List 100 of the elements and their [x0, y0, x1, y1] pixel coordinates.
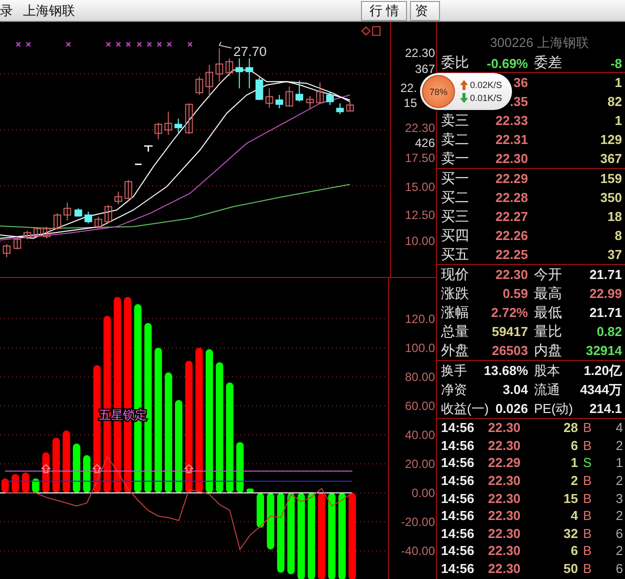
- title-fragment: 录: [0, 2, 13, 20]
- field-value: 1.20亿: [584, 362, 622, 380]
- histogram-bar: [22, 472, 30, 493]
- axis-label: 120.0: [404, 310, 435, 327]
- field-label: 收益(一): [441, 400, 489, 418]
- field-label: PE(动): [534, 400, 573, 418]
- tick-time: 14:56: [441, 543, 476, 558]
- axis-label: -20.00: [400, 514, 435, 530]
- tick-price: 22.30: [487, 526, 522, 541]
- tick-side: B: [582, 561, 593, 576]
- order-price: 22.27: [495, 209, 528, 224]
- tick-volume: 32: [562, 526, 578, 541]
- tick-price: 22.30: [487, 508, 522, 524]
- tab-button[interactable]: 资: [410, 0, 440, 20]
- candlestick: [74, 208, 82, 218]
- candlestick: [306, 96, 314, 109]
- tick-time: 14:56: [441, 473, 476, 488]
- t-shape-icon: [143, 145, 154, 152]
- field-label: 今开: [534, 266, 562, 284]
- axis-label: 20.00: [404, 456, 435, 472]
- up-arrow-icon: [40, 464, 52, 474]
- histogram-bar: [72, 444, 80, 493]
- field-label: 总量: [441, 322, 469, 340]
- field-label: 现价: [441, 266, 469, 284]
- tick-price: 22.30: [487, 420, 522, 436]
- field-value: 22.99: [589, 286, 622, 301]
- tick-side: B: [582, 508, 593, 524]
- histogram-bar: [256, 492, 264, 528]
- tick-volume: 1: [570, 455, 578, 470]
- field-label: 净资: [441, 380, 467, 398]
- axis-label: 15: [404, 95, 417, 111]
- axis-label: 426: [414, 135, 435, 151]
- tick-volume: 6: [570, 438, 578, 453]
- axis-label: 22.: [400, 80, 417, 96]
- tick-volume: 6: [570, 543, 578, 558]
- order-volume: 159: [599, 171, 622, 186]
- candlestick: [266, 88, 274, 108]
- tick-price: 22.30: [487, 438, 522, 453]
- histogram-bar: [62, 430, 70, 493]
- candlestick: [346, 101, 354, 112]
- dash-icon: [135, 164, 142, 165]
- usage-gauge: 78%: [422, 75, 455, 108]
- axis-label: 80.00: [404, 368, 435, 385]
- order-price: 22.25: [495, 247, 528, 262]
- field-label: 涨幅: [441, 304, 469, 322]
- order-volume: 350: [599, 190, 622, 205]
- field-label: 流通: [534, 380, 560, 398]
- candlestick: [316, 82, 324, 104]
- candlestick: [104, 204, 112, 224]
- order-volume: 367: [599, 151, 622, 166]
- axis-label: 0.00: [412, 484, 435, 501]
- candlestick: [196, 76, 204, 96]
- tick-price: 22.30: [487, 543, 522, 558]
- tick-count: 1: [614, 455, 624, 470]
- field-label: 最高: [534, 284, 562, 302]
- high-price-label: 27.70: [233, 44, 267, 59]
- field-value: 0.026: [495, 401, 528, 416]
- tick-price: 22.30: [487, 561, 522, 576]
- tick-volume: 2: [570, 473, 578, 488]
- tick-count: 6: [614, 526, 624, 541]
- field-value: 21.71: [589, 267, 622, 282]
- histogram-bar: [52, 438, 60, 493]
- up-arrow-icon: [460, 80, 468, 90]
- axis-label: 60.00: [404, 398, 435, 414]
- order-price: 36: [514, 75, 528, 90]
- candlestick: [54, 212, 62, 230]
- order-label: 买四: [441, 226, 470, 244]
- histogram-bar: [32, 478, 40, 493]
- field-label: 最低: [534, 304, 562, 322]
- histogram-bar: [83, 455, 90, 493]
- axis-label: -40.00: [400, 542, 435, 559]
- order-volume: 1: [614, 75, 622, 90]
- tick-count: 3: [614, 490, 624, 506]
- candlestick: [276, 94, 284, 109]
- candlestick: [2, 244, 10, 258]
- tick-time: 14:56: [441, 455, 476, 470]
- field-value: 22.30: [495, 267, 528, 282]
- order-volume: 37: [606, 247, 622, 262]
- tick-price: 22.30: [487, 490, 522, 506]
- candlestick: [185, 102, 193, 134]
- tick-side: B: [582, 473, 593, 488]
- candlestick: [296, 80, 304, 102]
- tab-button[interactable]: 行 情: [361, 0, 407, 20]
- field-value: -0.69%: [486, 56, 528, 70]
- order-price: .35: [510, 94, 528, 109]
- candlestick: [336, 102, 344, 114]
- candlestick: [164, 111, 172, 136]
- field-value: 214.1: [589, 401, 622, 416]
- tick-count: 6: [614, 561, 624, 576]
- histogram-bar: [12, 474, 20, 493]
- tick-volume: 50: [562, 561, 578, 576]
- histogram-bar: [246, 488, 254, 493]
- candlestick: [286, 86, 294, 108]
- field-value: 2.72%: [491, 305, 528, 320]
- axis-label: 15.00: [404, 179, 435, 195]
- field-label: 外盘: [441, 342, 469, 360]
- field-value: 32914: [586, 343, 622, 358]
- square-icon: [372, 26, 380, 36]
- candlestick: [84, 211, 92, 224]
- order-label: 买五: [441, 246, 470, 264]
